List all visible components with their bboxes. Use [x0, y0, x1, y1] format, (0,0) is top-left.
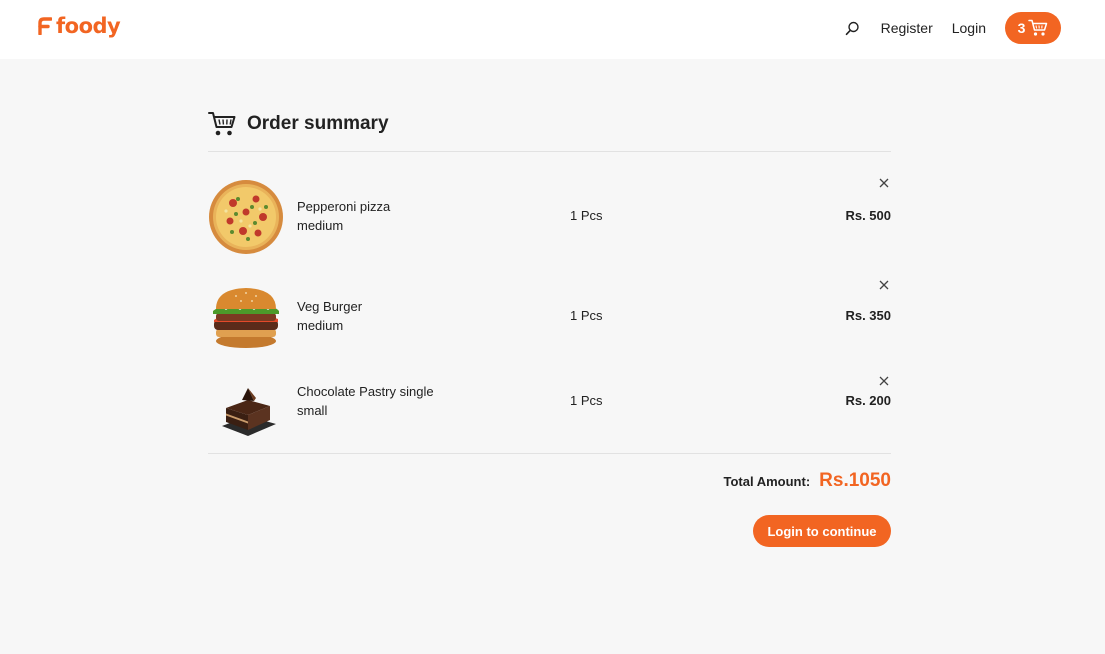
cart-item: Veg Burger medium 1 Pcs Rs. 350 [208, 279, 891, 351]
item-name-block: Veg Burger medium [297, 297, 457, 335]
item-size: small [297, 403, 328, 418]
close-icon[interactable] [878, 177, 890, 189]
item-quantity: 1 Pcs [570, 208, 603, 223]
close-icon[interactable] [878, 279, 890, 291]
item-name-block: Chocolate Pastry single small [297, 382, 457, 420]
total-value: Rs.1050 [819, 470, 891, 491]
top-nav: Register Login 3 [843, 12, 1061, 44]
pepperoni-pizza-image [209, 180, 283, 254]
top-header: foody Register Login 3 [0, 0, 1105, 59]
cart-button[interactable]: 3 [1005, 12, 1061, 44]
item-name-block: Pepperoni pizza medium [297, 197, 457, 235]
shopping-cart-icon [1028, 19, 1048, 36]
brand-name: foody [56, 14, 121, 38]
foody-logo-icon [38, 17, 52, 35]
item-quantity: 1 Pcs [570, 393, 603, 408]
total-label: Total Amount: [723, 474, 811, 489]
item-name: Veg Burger [297, 299, 363, 314]
order-summary: Order summary Pepperoni pizza medium 1 P… [208, 105, 891, 436]
item-name: Chocolate Pastry single [297, 384, 434, 399]
total-amount: Total Amount: Rs.1050 [724, 470, 892, 492]
page-title: Order summary [247, 113, 389, 134]
login-link[interactable]: Login [952, 20, 986, 36]
veg-burger-image [213, 288, 279, 348]
cart-item: Chocolate Pastry single small 1 Pcs Rs. … [208, 375, 891, 447]
search-icon[interactable] [843, 18, 863, 38]
item-size: medium [297, 318, 344, 333]
login-to-continue-button[interactable]: Login to continue [753, 515, 891, 547]
shopping-cart-icon [208, 112, 236, 136]
item-quantity: 1 Pcs [570, 308, 603, 323]
foody-logo[interactable]: foody [38, 14, 121, 38]
item-price: Rs. 200 [845, 393, 891, 408]
item-name: Pepperoni pizza [297, 199, 391, 214]
chocolate-pastry-image [222, 388, 276, 436]
item-price: Rs. 500 [845, 208, 891, 223]
item-price: Rs. 350 [845, 308, 891, 323]
register-link[interactable]: Register [881, 20, 933, 36]
divider [208, 453, 891, 454]
order-summary-header: Order summary [208, 105, 891, 152]
cart-item: Pepperoni pizza medium 1 Pcs Rs. 500 [208, 177, 891, 257]
cart-count-badge: 3 [1017, 20, 1026, 36]
item-size: medium [297, 218, 344, 233]
close-icon[interactable] [878, 375, 890, 387]
